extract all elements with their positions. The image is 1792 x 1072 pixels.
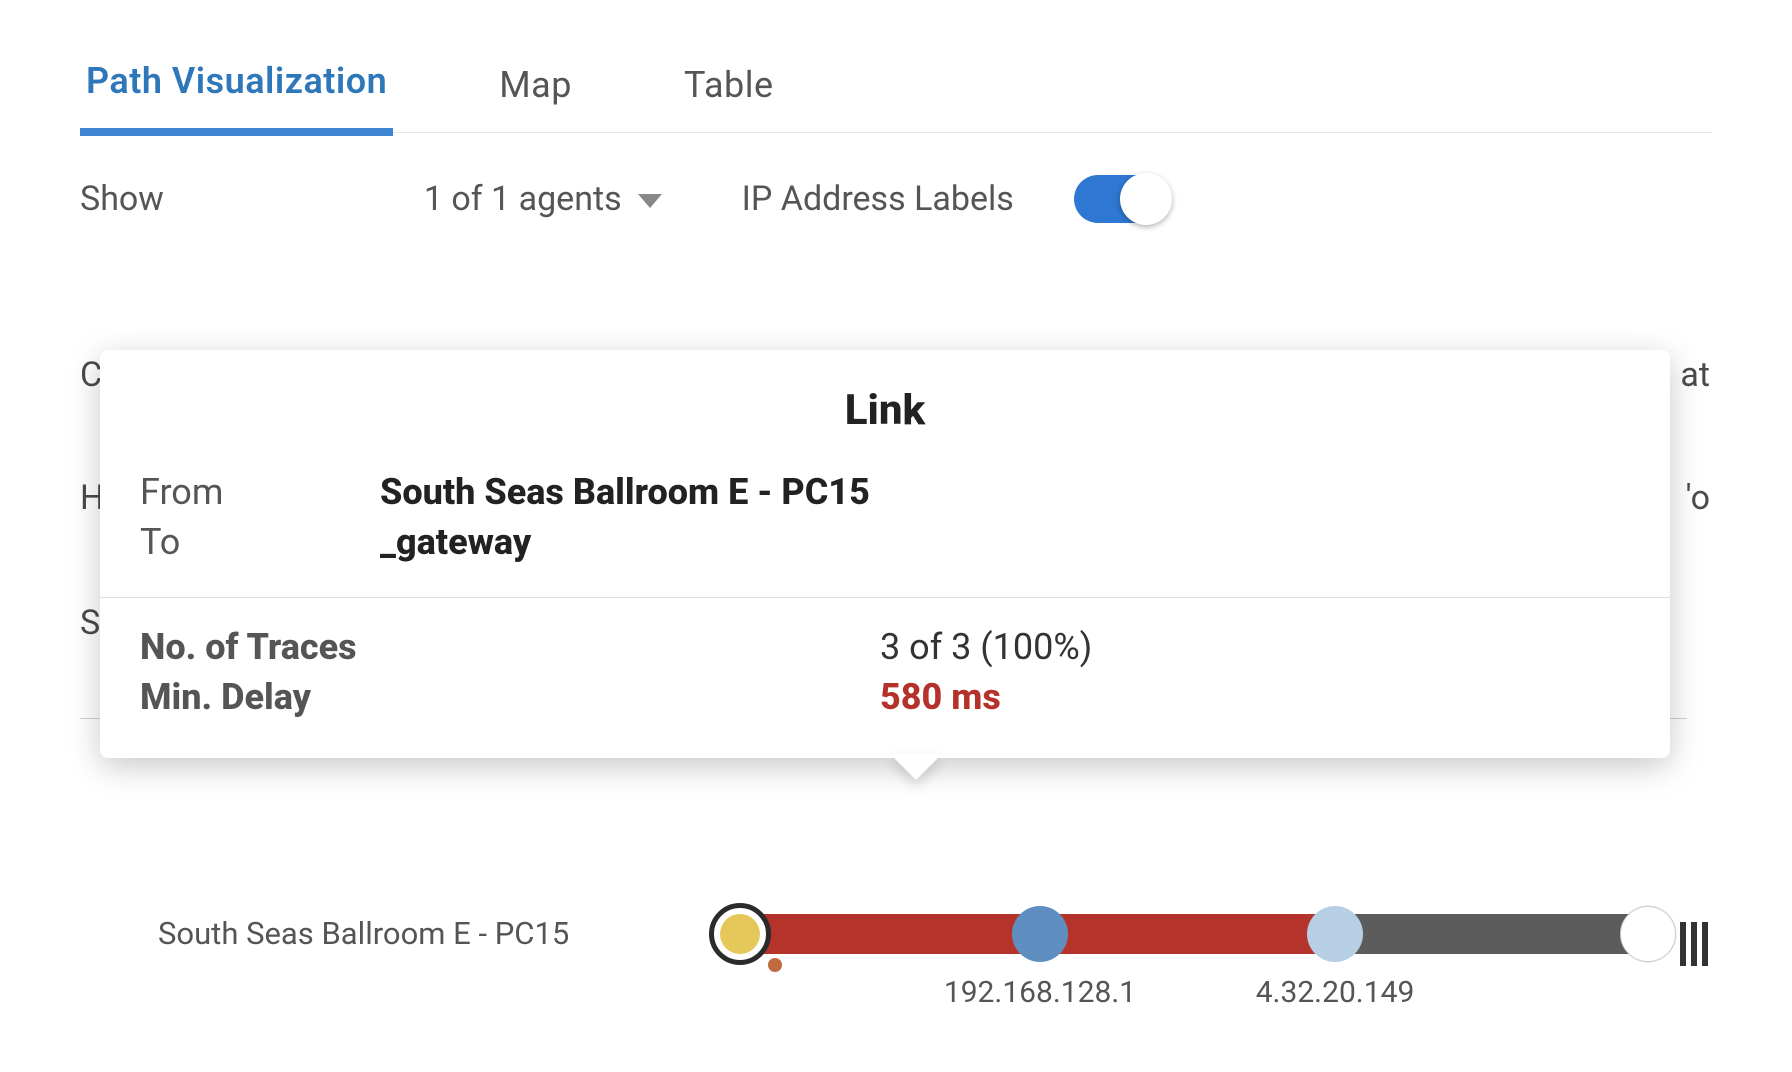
path-segment-3[interactable] [1335, 914, 1655, 954]
ip-address-labels-toggle[interactable] [1074, 175, 1170, 223]
ip-address-labels-label: IP Address Labels [742, 179, 1014, 219]
link-tooltip-card: Link From South Seas Ballroom E - PC15 T… [100, 350, 1670, 758]
path-node-source[interactable] [720, 914, 760, 954]
bg-text-r1-right: at [1680, 355, 1710, 395]
controls-row: Show 1 of 1 agents IP Address Labels [80, 133, 1712, 259]
path-node-hop-1[interactable] [1012, 906, 1068, 962]
path-track[interactable] [710, 914, 1710, 954]
tooltip-caret-icon [890, 754, 942, 780]
path-node-destination[interactable] [1620, 906, 1676, 962]
tooltip-traces-value: 3 of 3 (100%) [880, 626, 1630, 668]
tooltip-from-label: From [140, 471, 380, 513]
tooltip-stats: No. of Traces 3 of 3 (100%) Min. Delay 5… [140, 626, 1630, 718]
tooltip-to-value: _gateway [380, 521, 1630, 563]
path-segment-2[interactable] [1040, 914, 1335, 954]
path-segment-1[interactable] [752, 914, 1040, 954]
tooltip-from-value: South Seas Ballroom E - PC15 [380, 471, 1630, 513]
tooltip-traces-label: No. of Traces [140, 626, 880, 668]
bg-text-r2-right: 'o [1686, 478, 1710, 518]
tooltip-delay-label: Min. Delay [140, 676, 880, 718]
toggle-knob [1120, 173, 1172, 225]
tooltip-title: Link [140, 386, 1630, 435]
hop-1-ip-label: 192.168.128.1 [944, 975, 1136, 1010]
agents-dropdown[interactable]: 1 of 1 agents [424, 179, 662, 219]
tab-map[interactable]: Map [493, 64, 578, 132]
hop-2-ip-label: 4.32.20.149 [1256, 975, 1415, 1010]
bg-text-r1-left: C [80, 355, 102, 395]
tooltip-to-label: To [140, 521, 380, 563]
destination-bars-icon [1680, 922, 1708, 966]
path-node-source-badge-icon [768, 958, 782, 972]
tooltip-delay-value: 580 ms [880, 676, 1630, 718]
bg-text-r3-left: S [80, 603, 100, 643]
show-label: Show [80, 179, 164, 219]
chevron-down-icon [638, 194, 662, 208]
bg-text-row-3: S [80, 603, 100, 643]
tabs-bar: Path Visualization Map Table [80, 20, 1712, 133]
page-root: Path Visualization Map Table Show 1 of 1… [0, 0, 1792, 1072]
tooltip-from-to: From South Seas Ballroom E - PC15 To _ga… [140, 471, 1630, 563]
agents-dropdown-label: 1 of 1 agents [424, 179, 622, 219]
path-node-hop-2[interactable] [1307, 906, 1363, 962]
tab-table[interactable]: Table [678, 64, 780, 132]
path-source-label: South Seas Ballroom E - PC15 [158, 915, 569, 952]
tooltip-divider [100, 597, 1670, 598]
tab-path-visualization[interactable]: Path Visualization [80, 60, 393, 136]
